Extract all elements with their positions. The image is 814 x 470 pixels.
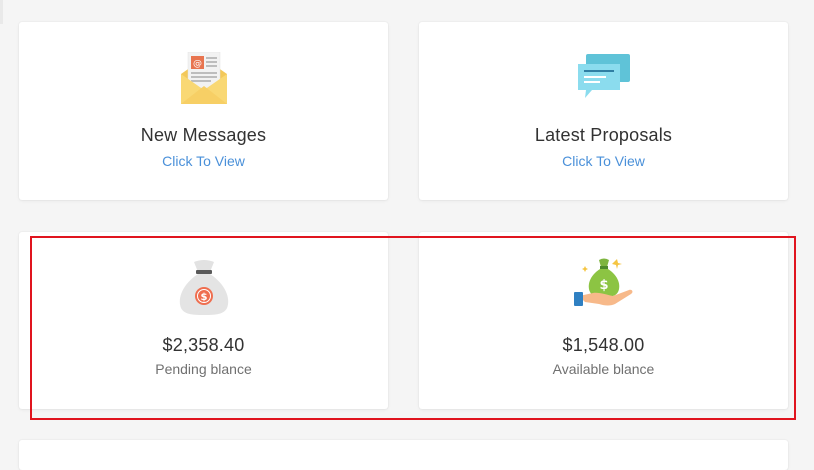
new-messages-title: New Messages: [140, 125, 267, 145]
envelope-icon: @: [179, 51, 229, 111]
available-balance-label: Available blance: [552, 361, 655, 377]
svg-text:@: @: [193, 59, 202, 69]
pending-balance-label: Pending blance: [155, 361, 252, 377]
hand-money-bag-icon: $: [573, 258, 635, 317]
latest-proposals-card[interactable]: Latest Proposals Click To View: [419, 22, 788, 200]
pending-balance-amount: $2,358.40: [162, 335, 245, 355]
svg-text:$: $: [599, 278, 608, 293]
scroll-edge: [0, 0, 3, 24]
latest-proposals-link[interactable]: Click To View: [419, 153, 788, 169]
latest-proposals-title: Latest Proposals: [534, 125, 673, 145]
money-bag-icon: $: [177, 258, 231, 321]
available-balance-amount: $1,548.00: [562, 335, 645, 355]
new-messages-card[interactable]: @ New Messages Click To View: [19, 22, 388, 200]
available-balance-card: $ $1,548.00 Available blance: [419, 232, 788, 409]
next-card: [19, 440, 788, 470]
new-messages-link[interactable]: Click To View: [19, 153, 388, 169]
svg-text:$: $: [200, 292, 207, 303]
pending-balance-card: $ $2,358.40 Pending blance: [19, 232, 388, 409]
chat-bubbles-icon: [576, 52, 632, 105]
